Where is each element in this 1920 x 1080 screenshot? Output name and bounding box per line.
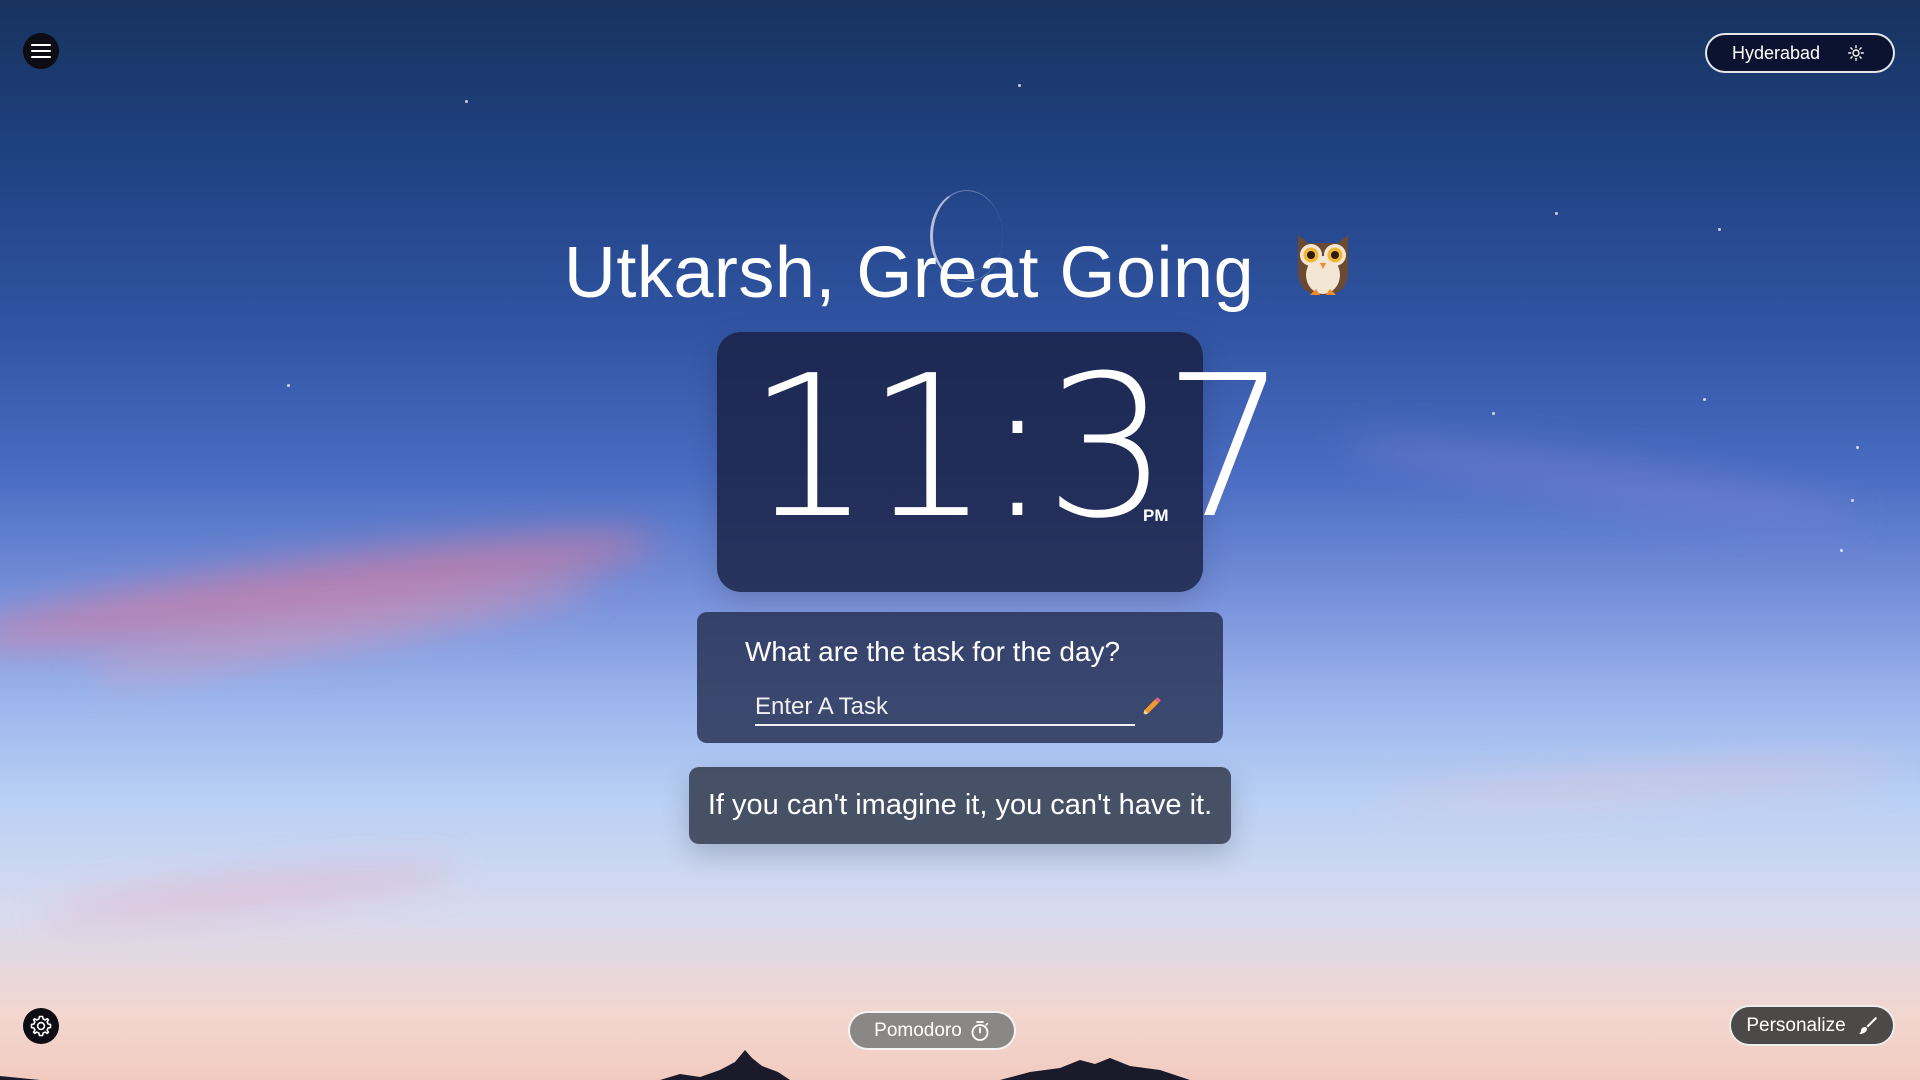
sun-icon [1848,45,1864,61]
menu-button[interactable] [23,33,59,69]
greeting: Utkarsh, Great Going [0,232,1920,316]
pencil-icon[interactable] [1140,696,1162,723]
hamburger-icon [31,44,51,58]
pomodoro-button[interactable]: Pomodoro [848,1011,1016,1050]
quote-text: If you can't imagine it, you can't have … [707,789,1213,821]
personalize-label: Personalize [1746,1014,1846,1036]
cloud-streak [1379,751,1901,819]
task-card: What are the task for the day? [697,612,1223,743]
stopwatch-icon [970,1020,990,1042]
owl-icon [1290,225,1356,316]
pomodoro-label: Pomodoro [874,1019,962,1041]
cloud-streak [39,858,461,928]
weather-location-pill[interactable]: Hyderabad [1705,33,1895,73]
star [1018,84,1021,87]
cloud-streak [1339,424,1861,536]
star [1718,228,1721,231]
settings-button[interactable] [23,1008,59,1044]
star [1492,412,1495,415]
personalize-button[interactable]: Personalize [1729,1005,1895,1046]
cloud-streak [0,511,661,669]
gear-icon [30,1015,52,1037]
star [1703,398,1706,401]
star [1856,446,1859,449]
quote-card: If you can't imagine it, you can't have … [689,767,1231,844]
paintbrush-icon [1858,1016,1878,1036]
star [1840,549,1843,552]
clock-time: 11:37 [747,334,1288,562]
weather-city: Hyderabad [1732,42,1821,63]
cloud-streak [80,565,600,693]
star [1555,212,1558,215]
star [1851,499,1854,502]
star [287,384,290,387]
task-input[interactable] [755,690,1135,726]
greeting-text: Utkarsh, Great Going [563,233,1255,313]
clock-ampm: PM [1143,506,1169,525]
clock-card: 11:37 PM [717,332,1288,592]
task-prompt: What are the task for the day? [745,636,1121,667]
star [465,100,468,103]
